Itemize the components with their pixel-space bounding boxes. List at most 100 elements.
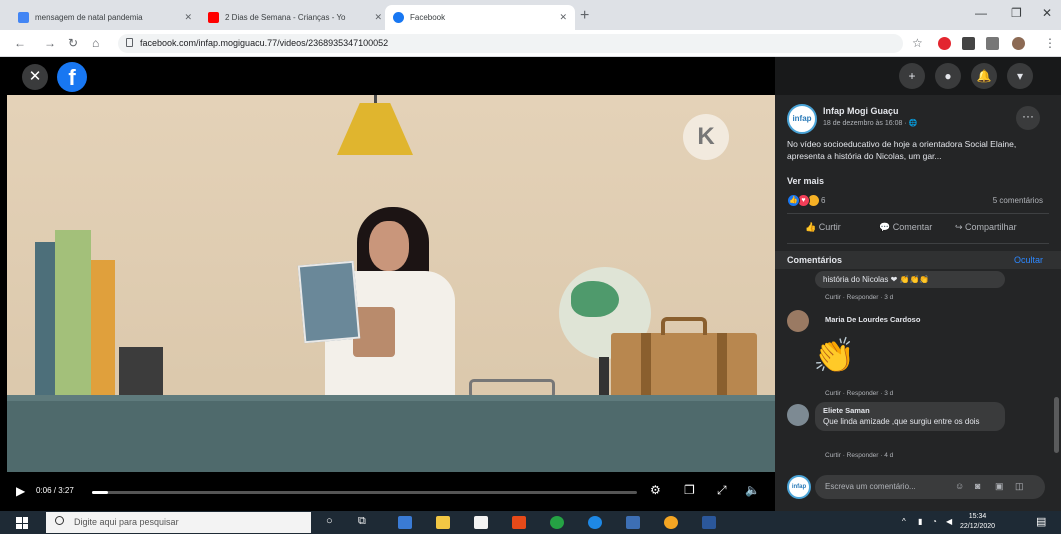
back-icon[interactable]: ← [14,36,26,50]
comment-button[interactable]: 💬 Comentar [879,222,932,233]
seek-bar[interactable] [92,491,637,494]
cortana-icon[interactable]: ○ [326,515,333,527]
close-video-button[interactable]: ✕ [22,64,48,90]
app-icon[interactable] [664,516,678,529]
comments-title: Comentários [787,255,843,265]
youtube-icon [208,12,219,23]
messenger-icon[interactable]: ● [935,63,961,89]
close-tab-icon[interactable]: ✕ [559,12,567,23]
battery-icon[interactable]: ▮ [918,517,922,526]
see-more-link[interactable]: Ver mais [787,176,824,186]
book [91,260,115,396]
clapping-hands-icon: 👏 [813,337,856,375]
home-icon[interactable]: ⌂ [92,36,99,50]
whatsapp-icon[interactable] [550,516,564,529]
pip-icon[interactable]: ❐ [684,483,695,497]
url-field[interactable]: facebook.com/infap.mogiguacu.77/videos/2… [118,34,903,53]
play-icon[interactable]: ▶ [16,484,25,498]
post-date[interactable]: 18 de dezembro às 16:08 · 🌐 [823,119,917,127]
file-explorer-icon[interactable] [436,516,450,529]
extension-icon[interactable] [962,37,975,50]
notifications-icon[interactable]: 🔔 [971,63,997,89]
forward-icon[interactable]: → [44,36,56,50]
comment-count[interactable]: 5 comentários [993,196,1043,205]
video-player[interactable]: ✕ f K ▶ 0:06 / 3:27 ⚙ ❐ ⤢ � [0,57,775,511]
app-icon[interactable] [626,516,640,529]
emoji-icon[interactable]: ☺ [955,481,964,491]
window-close-icon[interactable]: ✕ [1042,6,1052,20]
address-bar: ← → ↻ ⌂ facebook.com/infap.mogiguacu.77/… [0,30,1061,57]
notification-center-icon[interactable]: ▤ [1036,515,1046,528]
comment-bubble: história do Nicolas ❤ 👏👏👏 [815,271,1005,288]
maximize-icon[interactable]: ❐ [1011,6,1022,20]
like-button[interactable]: 👍 Curtir [805,222,841,233]
page-name[interactable]: Infap Mogi Guaçu [823,106,899,116]
comment-author[interactable]: Eliete Saman [823,406,997,415]
windows-start-icon[interactable] [16,517,28,529]
scrollbar[interactable] [1054,397,1059,453]
page-avatar[interactable]: infap [787,104,817,134]
word-icon[interactable] [702,516,716,529]
hide-comments-link[interactable]: Ocultar [1014,255,1043,265]
settings-gear-icon[interactable]: ⚙ [650,483,661,497]
comment-text: história do Nicolas ❤ 👏👏👏 [823,275,930,284]
profile-avatar[interactable] [1012,37,1025,50]
like-icon: 👍 [805,222,819,232]
lamp-cord [374,95,377,103]
tab-label: mensagem de natal pandemia [35,13,143,22]
share-label: Compartilhar [965,222,1017,232]
post-panel: + ● 🔔 ▾ infap Infap Mogi Guaçu 18 de dez… [775,57,1061,511]
comment-input[interactable]: Escreva um comentário... ☺ ◙ ▣ ◫ [815,475,1045,499]
facebook-logo-icon[interactable]: f [57,62,87,92]
ceiling-lamp [337,103,413,155]
gif-icon[interactable]: ▣ [995,481,1004,492]
video-frame: K [7,95,775,472]
bookmark-star-icon[interactable]: ☆ [912,36,923,50]
wifi-icon[interactable]: ◔ [932,517,937,526]
chrome-icon[interactable] [512,516,526,529]
taskbar-search[interactable]: Digite aqui para pesquisar [46,512,311,533]
minimize-icon[interactable]: — [975,6,987,20]
comment-meta[interactable]: Curtir · Responder · 4 d [825,452,893,459]
sticker-icon[interactable]: ◫ [1015,481,1024,492]
reaction-count[interactable]: 6 [821,196,825,205]
task-view-icon[interactable]: ⧉ [358,515,366,528]
held-book [297,260,361,344]
volume-tray-icon[interactable]: ◀ [946,517,952,526]
more-options-icon[interactable]: ··· [1016,106,1040,130]
opera-extension-icon[interactable] [938,37,951,50]
like-reaction-icon[interactable]: 👍 [787,194,800,207]
tray-chevron-icon[interactable]: ^ [902,517,906,526]
extension-icon[interactable] [986,37,999,50]
comment-meta[interactable]: Curtir · Responder · 3 d [825,294,893,301]
taskbar-clock[interactable]: 15:34 22/12/2020 [960,512,995,532]
video-controls: ▶ 0:06 / 3:27 ⚙ ❐ ⤢ 🔈 [0,472,775,511]
google-icon [18,12,29,23]
comment-author[interactable]: Maria De Lourdes Cardoso [825,315,920,324]
store-icon[interactable] [474,516,488,529]
avatar[interactable] [787,404,809,426]
close-tab-icon[interactable]: ✕ [184,12,192,23]
share-button[interactable]: ↪ Compartilhar [955,222,1017,233]
volume-icon[interactable]: 🔈 [745,483,760,497]
comment-meta[interactable]: Curtir · Responder · 3 d [825,390,893,397]
edge-icon[interactable] [588,516,602,529]
facebook-icon [393,12,404,23]
tab-youtube[interactable]: 2 Dias de Semana - Crianças - Yo ✕ [200,5,390,30]
edge-legacy-icon[interactable] [398,516,412,529]
create-plus-icon[interactable]: + [899,63,925,89]
avatar[interactable] [787,310,809,332]
tab-facebook[interactable]: Facebook ✕ [385,5,575,30]
url-text: facebook.com/infap.mogiguacu.77/videos/2… [140,38,389,48]
chrome-menu-icon[interactable]: ⋮ [1044,36,1056,50]
account-menu-icon[interactable]: ▾ [1007,63,1033,89]
browser-tab-strip: mensagem de natal pandemia ✕ 2 Dias de S… [0,0,1061,30]
reload-icon[interactable]: ↻ [68,36,78,50]
camera-icon[interactable]: ◙ [975,481,980,491]
new-tab-button[interactable]: + [580,7,589,25]
tab-mensagem-natal[interactable]: mensagem de natal pandemia ✕ [10,5,200,30]
clock-time: 15:34 [968,513,987,520]
fullscreen-icon[interactable]: ⤢ [717,483,727,498]
close-tab-icon[interactable]: ✕ [374,12,382,23]
search-placeholder: Digite aqui para pesquisar [74,517,179,527]
